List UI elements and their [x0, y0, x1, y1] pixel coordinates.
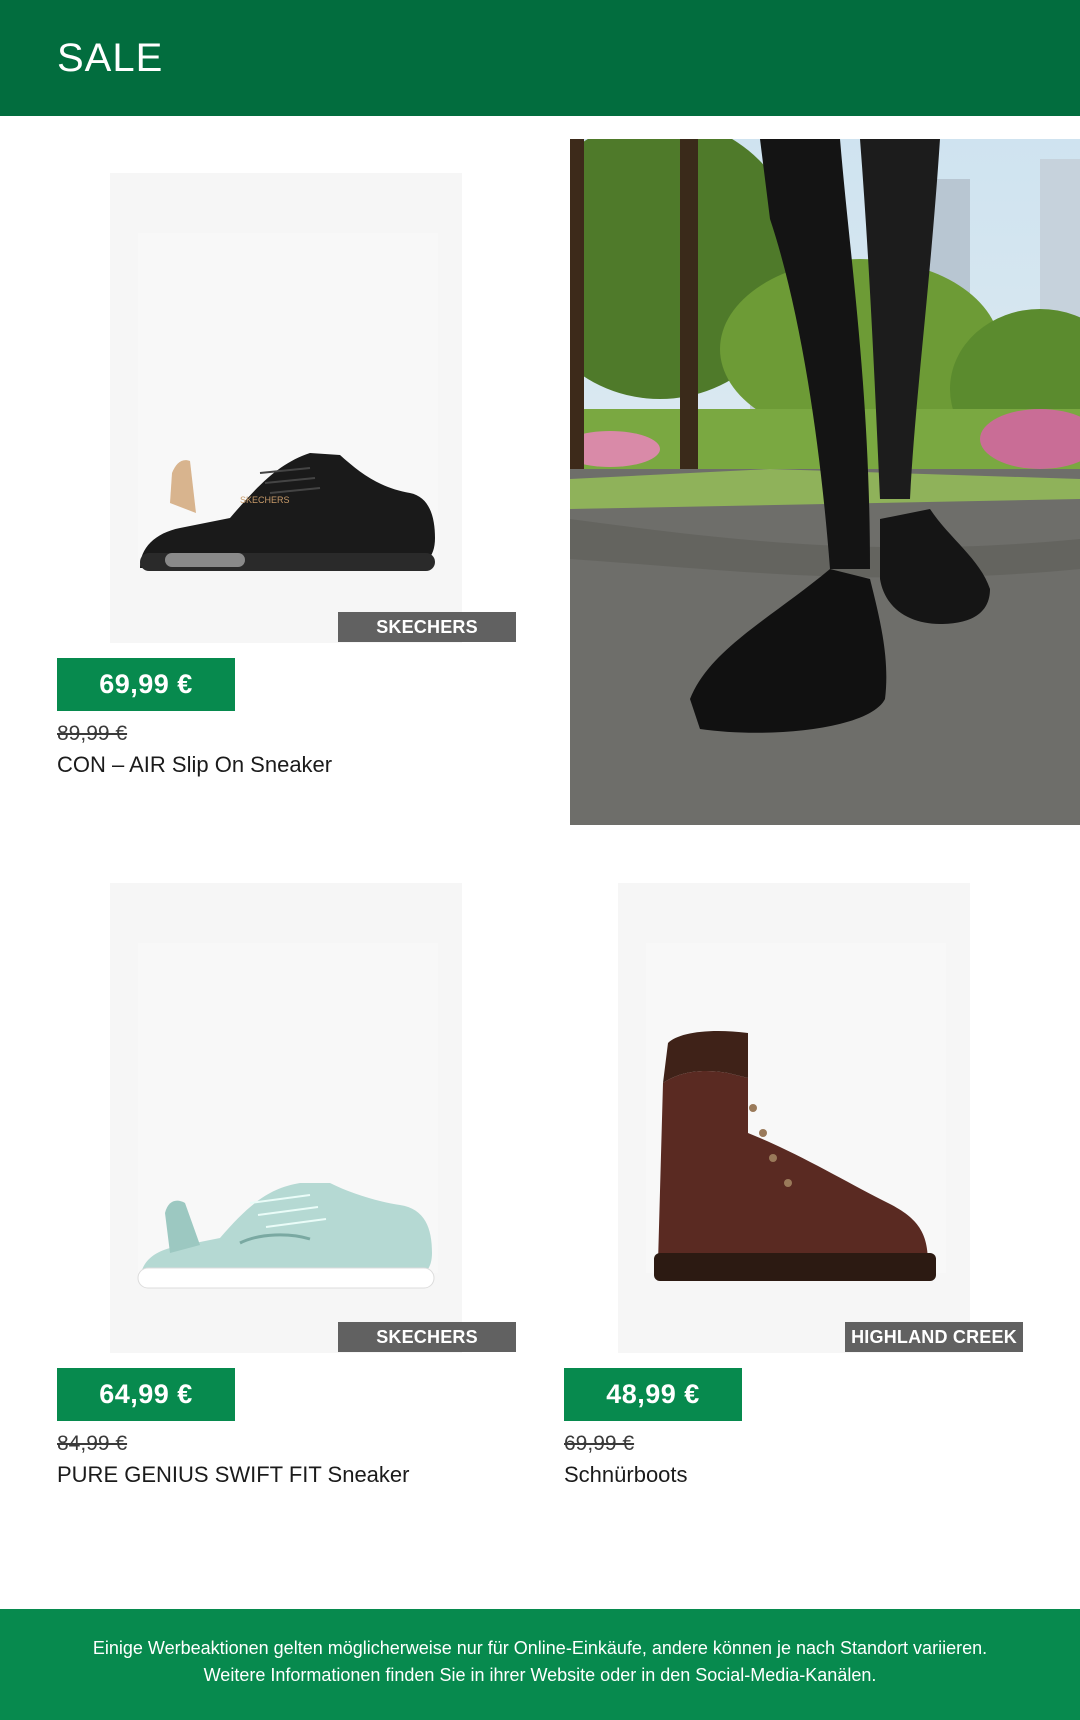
- product-image-brown-boot[interactable]: [618, 883, 970, 1353]
- product-name[interactable]: CON – AIR Slip On Sneaker: [57, 752, 332, 778]
- disclaimer-footer: Einige Werbeaktionen gelten möglicherwei…: [0, 1609, 1080, 1720]
- product-image-mint-sneaker[interactable]: [110, 883, 462, 1353]
- svg-text:SKECHERS: SKECHERS: [240, 495, 290, 505]
- product-name[interactable]: PURE GENIUS SWIFT FIT Sneaker: [57, 1462, 409, 1488]
- product-image-black-sneaker[interactable]: SKECHERS: [110, 173, 462, 643]
- page-title: SALE: [57, 36, 164, 80]
- sale-header: SALE: [0, 0, 1080, 116]
- sale-price: 69,99 €: [57, 658, 235, 711]
- mint-sneaker-icon: [137, 943, 438, 1289]
- lifestyle-image: [570, 139, 1080, 825]
- original-price: 69,99 €: [564, 1432, 635, 1455]
- black-sneaker-icon: SKECHERS: [138, 233, 438, 571]
- brand-tag: SKECHERS: [338, 612, 516, 642]
- original-price: 84,99 €: [57, 1432, 128, 1455]
- sale-price: 48,99 €: [564, 1368, 742, 1421]
- brand-tag: SKECHERS: [338, 1322, 516, 1352]
- brown-boot-icon: [646, 943, 946, 1281]
- park-walk-photo-icon: [570, 139, 1080, 825]
- original-price: 89,99 €: [57, 722, 128, 745]
- brand-tag: HIGHLAND CREEK: [845, 1322, 1023, 1352]
- disclaimer-text: Einige Werbeaktionen gelten möglicherwei…: [92, 1638, 988, 1685]
- sale-price: 64,99 €: [57, 1368, 235, 1421]
- product-name[interactable]: Schnürboots: [564, 1462, 688, 1488]
